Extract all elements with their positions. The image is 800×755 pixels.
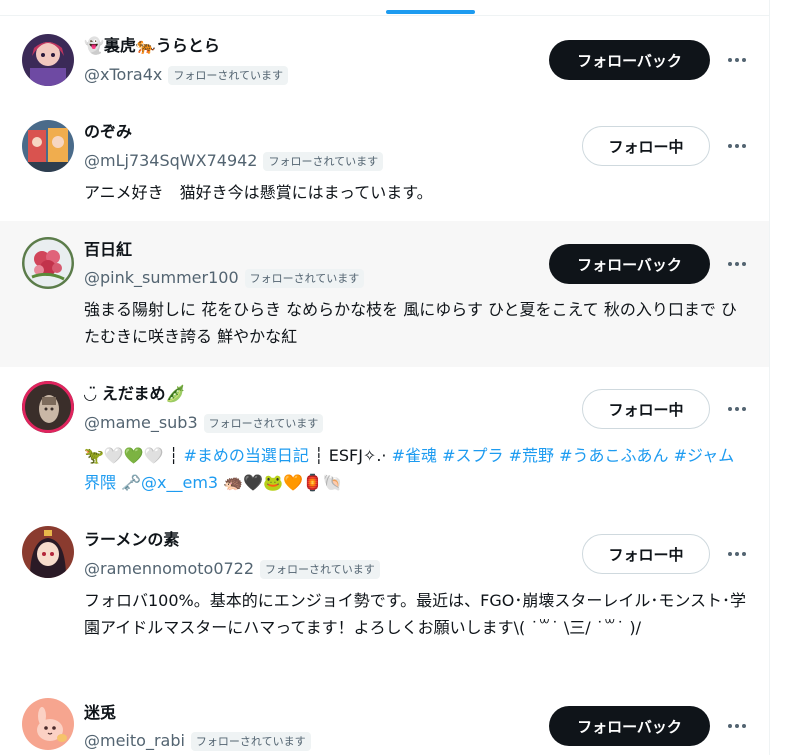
display-name[interactable]: ◡̈ えだまめ🫛 xyxy=(84,383,185,405)
pink-rabbit-avatar-icon xyxy=(22,698,74,750)
more-options-icon[interactable] xyxy=(724,716,750,736)
user-cell[interactable]: 迷兎 @meito_rabi フォローされています フォローバック xyxy=(0,688,769,755)
display-name[interactable]: 百日紅 xyxy=(84,239,132,261)
anime-character-avatar-icon xyxy=(22,34,74,86)
followers-list: 👻裏虎🐅うらとら @xTora4x フォローされています フォローバック のぞみ… xyxy=(0,0,770,755)
avatar[interactable] xyxy=(22,237,74,289)
user-cell[interactable]: 👻裏虎🐅うらとら @xTora4x フォローされています フォローバック xyxy=(0,16,769,102)
handle-line: @mLj734SqWX74942 フォローされています xyxy=(84,150,384,172)
more-options-icon[interactable] xyxy=(724,136,750,156)
following-button[interactable]: フォロー中 xyxy=(582,126,710,166)
anime-girl-avatar-icon xyxy=(22,526,74,578)
follow-back-button[interactable]: フォローバック xyxy=(549,244,710,284)
avatar[interactable] xyxy=(22,34,74,86)
red-flower-avatar-icon xyxy=(22,237,74,289)
user-bio: アニメ好き 猫好き今は懸賞にはまっています。 xyxy=(84,183,433,202)
tab-bar xyxy=(0,0,769,16)
user-bio: フォロバ100%。基本的にエンジョイ勢です。最近は、FGO･崩壊スターレイル･モ… xyxy=(84,591,747,637)
hashtag-link[interactable]: #まめの当選日記 xyxy=(184,446,309,465)
active-tab-indicator xyxy=(386,10,475,14)
handle-line: @xTora4x フォローされています xyxy=(84,64,289,86)
avatar[interactable] xyxy=(22,526,74,578)
bio-text: ┆ ESFJ✧.· xyxy=(308,446,392,465)
hashtag-link[interactable]: #荒野 xyxy=(509,446,554,465)
user-handle[interactable]: @meito_rabi xyxy=(84,730,185,752)
follow-back-button[interactable]: フォローバック xyxy=(549,706,710,746)
display-name[interactable]: のぞみ xyxy=(84,121,132,143)
hashtag-link[interactable]: #スプラ xyxy=(442,446,503,465)
more-options-icon[interactable] xyxy=(724,544,750,564)
user-cell[interactable]: 百日紅 @pink_summer100 フォローされています 強まる陽射しに 花… xyxy=(0,221,769,367)
handle-line: @meito_rabi フォローされています xyxy=(84,730,311,752)
follow-back-button[interactable]: フォローバック xyxy=(549,40,710,80)
follows-you-badge: フォローされています xyxy=(244,268,365,288)
user-handle[interactable]: @pink_summer100 xyxy=(84,267,239,289)
handle-line: @ramennomoto0722 フォローされています xyxy=(84,558,380,580)
user-handle[interactable]: @mLj734SqWX74942 xyxy=(84,150,257,172)
avatar[interactable] xyxy=(22,120,74,172)
follows-you-badge: フォローされています xyxy=(203,413,324,433)
mention-link[interactable]: @x__em3 xyxy=(141,473,218,492)
following-button[interactable]: フォロー中 xyxy=(582,534,710,574)
hashtag-link[interactable]: #うあこふあん xyxy=(559,446,668,465)
anime-poster-avatar-icon xyxy=(22,120,74,172)
display-name[interactable]: 👻裏虎🐅うらとら xyxy=(84,35,220,57)
bio-text: 🦖🤍💚🤍 ┆ xyxy=(84,446,184,465)
follows-you-badge: フォローされています xyxy=(260,559,380,579)
user-handle[interactable]: @ramennomoto0722 xyxy=(84,558,254,580)
handle-line: @mame_sub3 フォローされています xyxy=(84,412,324,434)
bio-text: 🗝️ xyxy=(116,473,142,492)
user-cell[interactable]: のぞみ @mLj734SqWX74942 フォローされています アニメ好き 猫好… xyxy=(0,102,769,221)
page-background xyxy=(771,0,800,755)
photo-avatar-icon xyxy=(22,381,74,433)
hashtag-link[interactable]: #雀魂 xyxy=(392,446,437,465)
follows-you-badge: フォローされています xyxy=(263,151,384,171)
follows-you-badge: フォローされています xyxy=(190,731,311,751)
user-bio: 🦖🤍💚🤍 ┆ #まめの当選日記 ┆ ESFJ✧.· #雀魂 #スプラ #荒野 #… xyxy=(84,442,749,496)
user-handle[interactable]: @mame_sub3 xyxy=(84,412,198,434)
user-cell[interactable]: ラーメンの素 @ramennomoto0722 フォローされています フォロバ1… xyxy=(0,512,769,688)
bio-text: 🦔🖤🐸🧡🏮🐚 xyxy=(218,473,343,492)
user-bio: 強まる陽射しに 花をひらき なめらかな枝を 風にゆらす ひと夏をこえて 秋の入り… xyxy=(84,300,737,346)
display-name[interactable]: 迷兎 xyxy=(84,702,116,724)
follows-you-badge: フォローされています xyxy=(168,65,289,85)
user-cell[interactable]: ◡̈ えだまめ🫛 @mame_sub3 フォローされています 🦖🤍💚🤍 ┆ #ま… xyxy=(0,367,769,512)
avatar[interactable] xyxy=(22,381,74,433)
handle-line: @pink_summer100 フォローされています xyxy=(84,267,365,289)
more-options-icon[interactable] xyxy=(724,399,750,419)
following-button[interactable]: フォロー中 xyxy=(582,389,710,429)
avatar[interactable] xyxy=(22,698,74,750)
display-name[interactable]: ラーメンの素 xyxy=(84,529,179,551)
more-options-icon[interactable] xyxy=(724,50,750,70)
user-handle[interactable]: @xTora4x xyxy=(84,64,162,86)
more-options-icon[interactable] xyxy=(724,254,750,274)
